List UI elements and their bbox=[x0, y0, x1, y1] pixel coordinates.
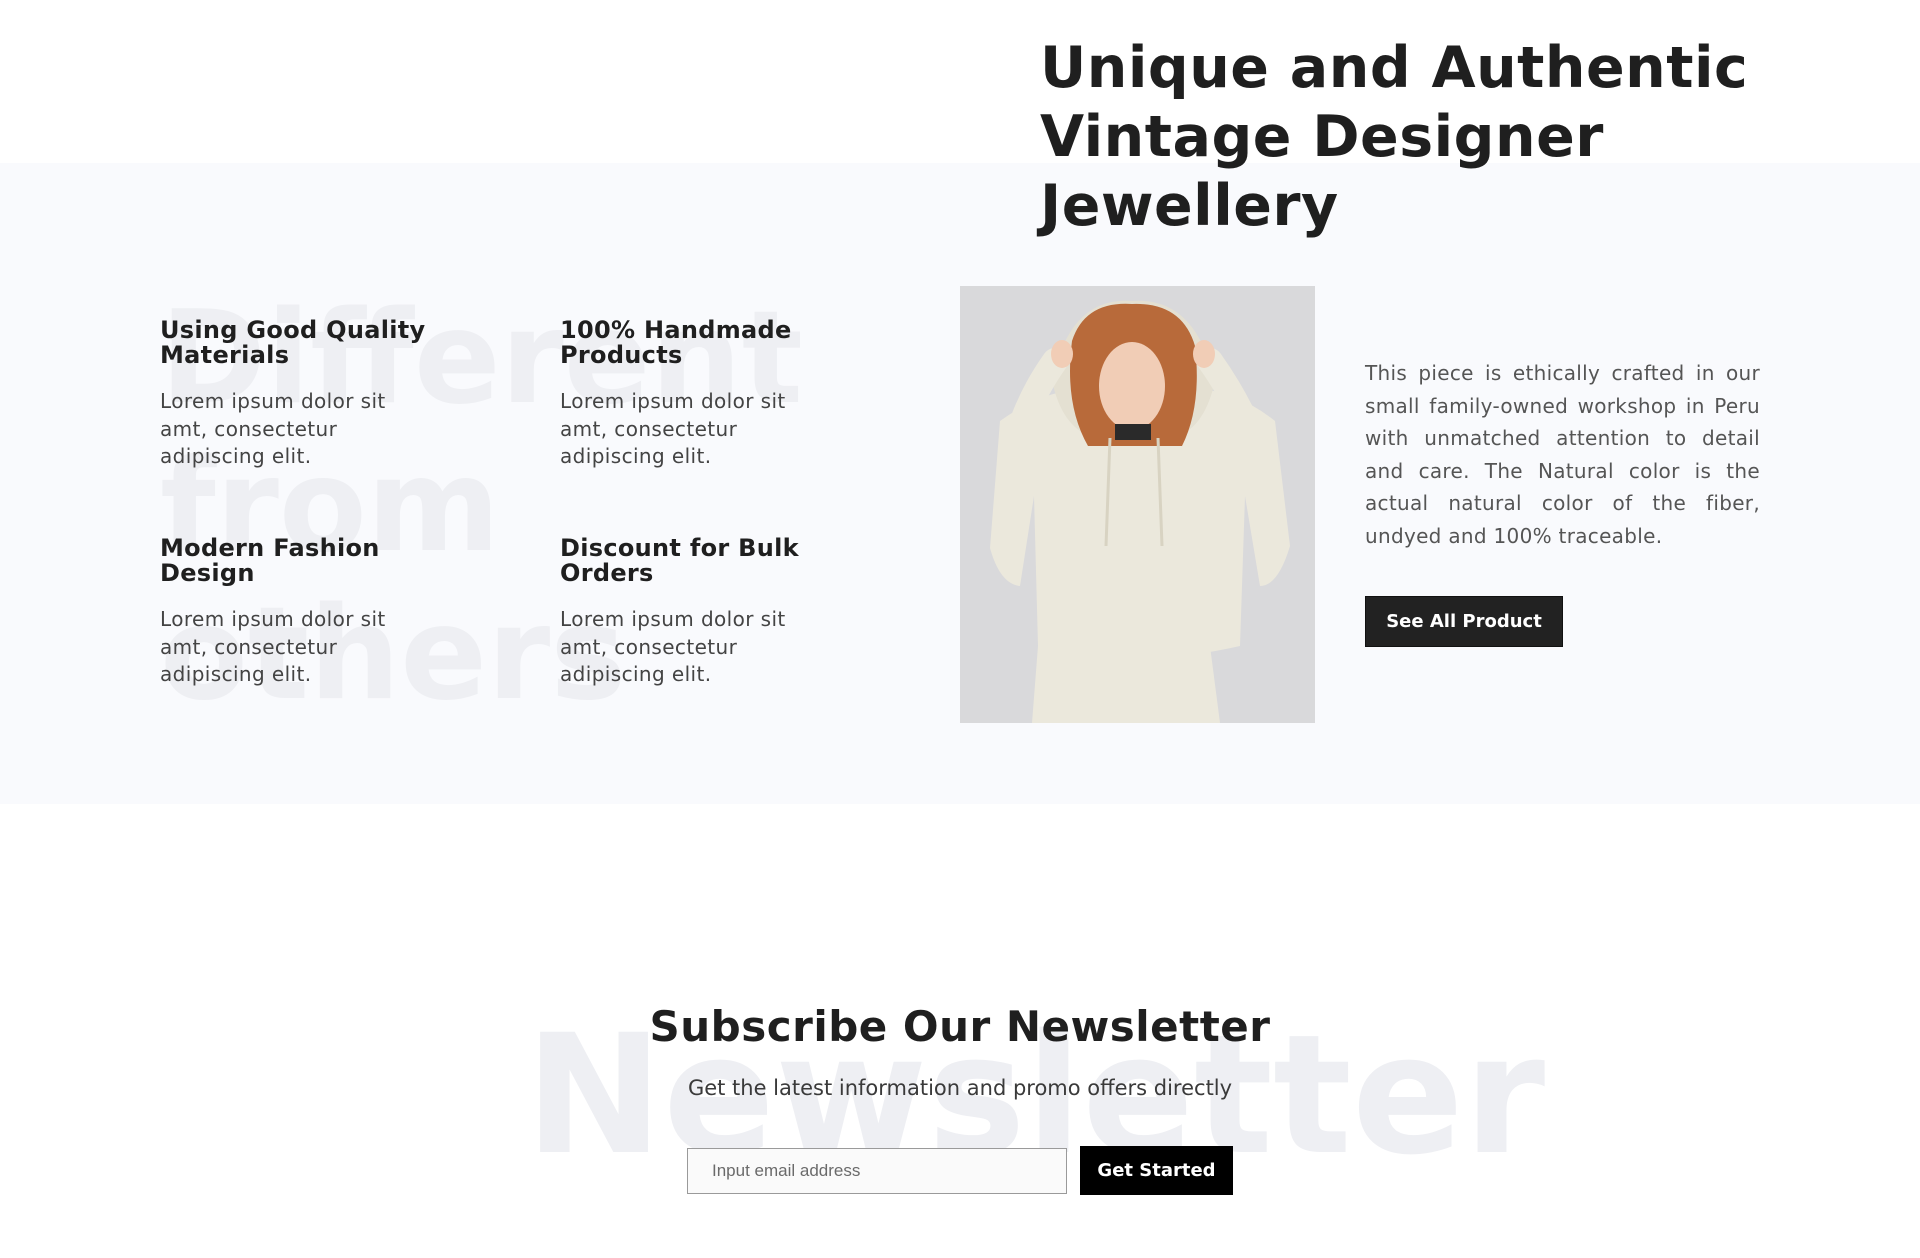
see-all-product-button[interactable]: See All Product bbox=[1365, 596, 1563, 647]
product-description: This piece is ethically crafted in our s… bbox=[1365, 361, 1760, 548]
newsletter-subtitle: Get the latest information and promo off… bbox=[687, 1076, 1233, 1100]
feature-quality-materials: Using Good Quality Materials Lorem ipsum… bbox=[160, 318, 430, 471]
product-image bbox=[960, 286, 1315, 723]
feature-text: Lorem ipsum dolor sit amt, consectetur a… bbox=[560, 607, 786, 686]
feature-title: 100% Handmade Products bbox=[560, 316, 792, 369]
model-in-hoodie-illustration bbox=[960, 286, 1315, 723]
feature-title: Using Good Quality Materials bbox=[160, 316, 426, 369]
feature-handmade-products: 100% Handmade Products Lorem ipsum dolor… bbox=[560, 318, 830, 471]
feature-text: Lorem ipsum dolor sit amt, consectetur a… bbox=[160, 607, 386, 686]
feature-bulk-discount: Discount for Bulk Orders Lorem ipsum dol… bbox=[560, 536, 830, 689]
hero-title: Unique and Authentic Vintage Designer Je… bbox=[1040, 35, 1749, 239]
newsletter-title: Subscribe Our Newsletter bbox=[649, 1002, 1271, 1051]
feature-text: Lorem ipsum dolor sit amt, consectetur a… bbox=[560, 389, 786, 468]
feature-modern-fashion: Modern Fashion Design Lorem ipsum dolor … bbox=[160, 536, 430, 689]
feature-text: Lorem ipsum dolor sit amt, consectetur a… bbox=[160, 389, 386, 468]
get-started-button[interactable]: Get Started bbox=[1080, 1146, 1233, 1195]
feature-title: Discount for Bulk Orders bbox=[560, 534, 799, 587]
feature-title: Modern Fashion Design bbox=[160, 534, 380, 587]
email-input[interactable] bbox=[687, 1148, 1067, 1194]
